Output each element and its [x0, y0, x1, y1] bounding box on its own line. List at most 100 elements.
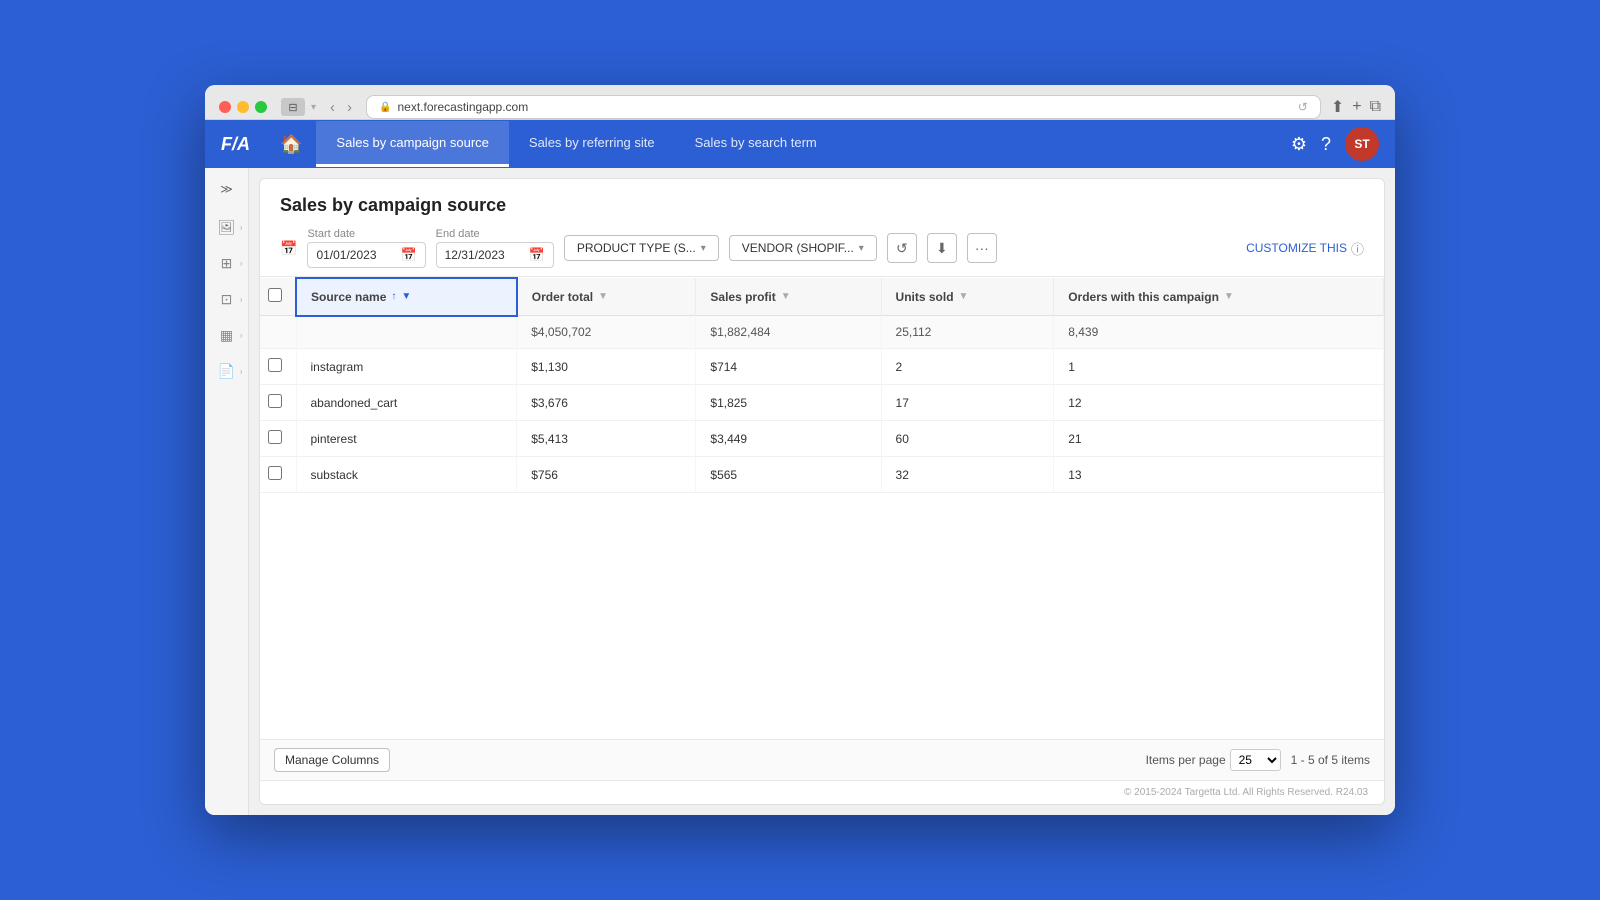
manage-columns-button[interactable]: Manage Columns: [274, 748, 390, 772]
address-bar[interactable]: 🔒 next.forecastingapp.com ↺: [366, 95, 1321, 119]
box-icon: ▦: [220, 327, 233, 344]
sidebar-item-3[interactable]: ⊡ ›: [209, 284, 245, 314]
units-sold-column-header: Units sold ▼: [881, 278, 1054, 316]
end-date-label: End date: [436, 228, 554, 240]
row-sales-profit: $565: [696, 457, 881, 493]
extensions-button[interactable]: ⧉: [1370, 98, 1381, 116]
totals-row: $4,050,702 $1,882,484 25,112 8,439: [260, 316, 1384, 349]
sidebar-collapse-button[interactable]: ≫: [213, 178, 241, 200]
row-source-name: pinterest: [296, 421, 517, 457]
select-all-checkbox[interactable]: [268, 288, 282, 302]
nav-tabs: Sales by campaign source Sales by referr…: [316, 121, 1290, 167]
tab-search-term[interactable]: Sales by search term: [675, 121, 837, 167]
items-per-page-label: Items per page: [1146, 753, 1226, 767]
row-units-sold: 32: [881, 457, 1054, 493]
orders-campaign-filter-icon[interactable]: ▼: [1224, 291, 1234, 302]
expand-arrow-5: ›: [240, 367, 243, 376]
start-date-input[interactable]: [316, 248, 396, 262]
customize-label: CUSTOMIZE THIS: [1246, 241, 1347, 255]
table-header-row: Source name ↑ ▼ Order total ▼: [260, 278, 1384, 316]
expand-arrow-3: ›: [240, 295, 243, 304]
row-checkbox-cell: [260, 349, 296, 385]
browser-window: ⊟ ▾ ‹ › 🔒 next.forecastingapp.com ↺ ⬆ + …: [205, 85, 1395, 815]
source-name-column-header: Source name ↑ ▼: [296, 278, 517, 316]
vendor-filter-label: VENDOR (SHOPIF...: [742, 241, 854, 255]
page-title: Sales by campaign source: [280, 195, 1364, 216]
table-row: pinterest $5,413 $3,449 60 21: [260, 421, 1384, 457]
app-nav: F/A 🏠 Sales by campaign source Sales by …: [205, 120, 1395, 168]
page-header: Sales by campaign source 📅 Start date 📅: [260, 179, 1384, 277]
row-checkbox-3[interactable]: [268, 466, 282, 480]
totals-orders-campaign: 8,439: [1054, 316, 1384, 349]
totals-units-sold: 25,112: [881, 316, 1054, 349]
copyright-text: © 2015-2024 Targetta Ltd. All Rights Res…: [1124, 787, 1368, 798]
refresh-button[interactable]: ↺: [887, 233, 917, 263]
row-checkbox-2[interactable]: [268, 430, 282, 444]
help-icon[interactable]: ?: [1321, 134, 1331, 155]
browser-chrome: ⊟ ▾ ‹ › 🔒 next.forecastingapp.com ↺ ⬆ + …: [205, 85, 1395, 120]
sidebar-item-5[interactable]: 📄 ›: [209, 356, 245, 386]
items-per-page-dropdown[interactable]: 25 50 100: [1230, 749, 1281, 771]
start-date-input-wrap[interactable]: 📅: [307, 242, 425, 268]
start-date-label: Start date: [307, 228, 425, 240]
row-orders-campaign: 13: [1054, 457, 1384, 493]
order-total-filter-icon[interactable]: ▼: [598, 291, 608, 302]
home-button[interactable]: 🏠: [270, 130, 312, 159]
sidebar-item-4[interactable]: ▦ ›: [209, 320, 245, 350]
row-sales-profit: $3,449: [696, 421, 881, 457]
orders-campaign-column-label: Orders with this campaign: [1068, 290, 1219, 304]
lock-icon: 🔒: [379, 102, 391, 113]
row-order-total: $756: [517, 457, 696, 493]
url-text: next.forecastingapp.com: [397, 100, 528, 114]
reload-icon[interactable]: ↺: [1298, 100, 1308, 114]
close-window-button[interactable]: [219, 101, 231, 113]
sidebar-toggle-button[interactable]: ⊟: [281, 98, 305, 116]
app-footer: © 2015-2024 Targetta Ltd. All Rights Res…: [260, 780, 1384, 804]
sidebar-item-2[interactable]: ⊞ ›: [209, 248, 245, 278]
row-checkbox-0[interactable]: [268, 358, 282, 372]
new-tab-button[interactable]: +: [1352, 98, 1361, 116]
row-source-name: substack: [296, 457, 517, 493]
row-units-sold: 17: [881, 385, 1054, 421]
tab-referring-site[interactable]: Sales by referring site: [509, 121, 675, 167]
end-date-calendar-icon[interactable]: 📅: [529, 247, 545, 263]
forward-button[interactable]: ›: [343, 97, 356, 118]
end-date-input-wrap[interactable]: 📅: [436, 242, 554, 268]
more-options-button[interactable]: ···: [967, 233, 997, 263]
customize-button[interactable]: CUSTOMIZE THIS ⓘ: [1246, 239, 1364, 258]
export-button[interactable]: ⬇: [927, 233, 957, 263]
row-checkbox-1[interactable]: [268, 394, 282, 408]
row-order-total: $3,676: [517, 385, 696, 421]
start-date-calendar-icon[interactable]: 📅: [400, 247, 416, 263]
end-date-input[interactable]: [445, 248, 525, 262]
source-name-filter-icon[interactable]: ▼: [401, 291, 411, 302]
product-type-filter-button[interactable]: PRODUCT TYPE (S... ▾: [564, 235, 719, 261]
row-orders-campaign: 1: [1054, 349, 1384, 385]
table-row: abandoned_cart $3,676 $1,825 17 12: [260, 385, 1384, 421]
settings-icon[interactable]: ⚙: [1291, 134, 1307, 155]
layers-icon: ⊞: [221, 255, 233, 272]
row-order-total: $1,130: [517, 349, 696, 385]
minimize-window-button[interactable]: [237, 101, 249, 113]
row-orders-campaign: 21: [1054, 421, 1384, 457]
window-controls: ⊟ ▾: [281, 98, 316, 116]
table-container: Source name ↑ ▼ Order total ▼: [260, 277, 1384, 739]
vendor-filter-button[interactable]: VENDOR (SHOPIF... ▾: [729, 235, 877, 261]
start-date-field: Start date 📅: [307, 228, 425, 268]
avatar[interactable]: ST: [1345, 127, 1379, 161]
calendar-icon: 📅: [280, 240, 297, 257]
back-button[interactable]: ‹: [326, 97, 339, 118]
totals-order-total: $4,050,702: [517, 316, 696, 349]
source-name-column-label: Source name: [311, 290, 386, 304]
sidebar-item-1[interactable]: 🖼 ›: [209, 212, 245, 242]
row-sales-profit: $714: [696, 349, 881, 385]
units-sold-filter-icon[interactable]: ▼: [959, 291, 969, 302]
sort-ascending-icon[interactable]: ↑: [391, 291, 396, 302]
share-button[interactable]: ⬆: [1331, 97, 1344, 117]
maximize-window-button[interactable]: [255, 101, 267, 113]
sales-profit-filter-icon[interactable]: ▼: [781, 291, 791, 302]
help-circle-icon: ⓘ: [1351, 239, 1364, 258]
tab-campaign-source[interactable]: Sales by campaign source: [316, 121, 508, 167]
row-checkbox-cell: [260, 421, 296, 457]
row-checkbox-cell: [260, 457, 296, 493]
